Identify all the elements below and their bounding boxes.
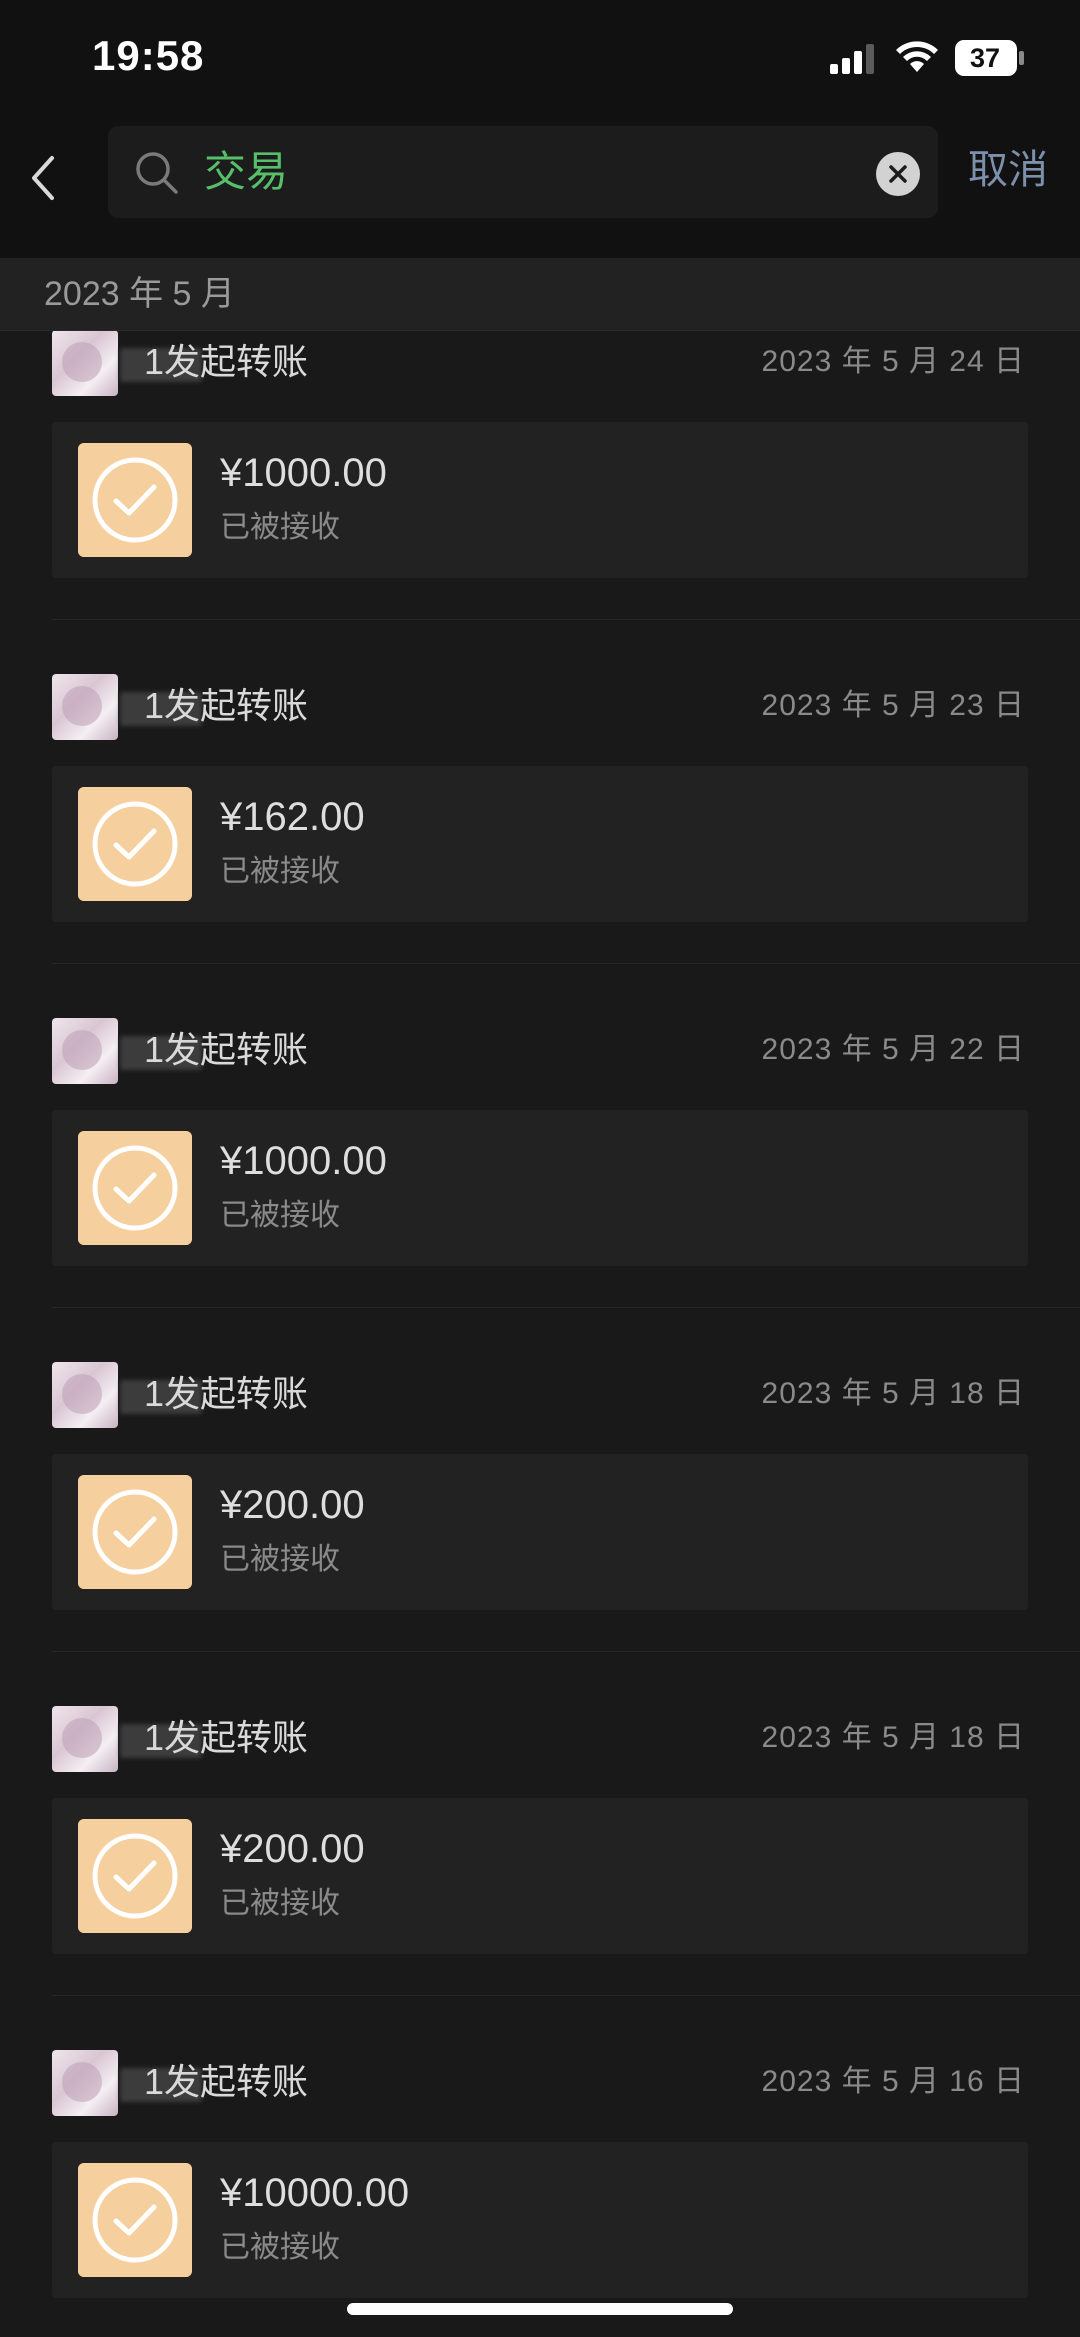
- record-title: 1发起转账: [144, 1373, 309, 1414]
- transfer-status: 已被接收: [220, 1543, 340, 1576]
- transaction-record[interactable]: 1发起转账 2023 年 5 月 18 日 ¥200.00 已被接收: [0, 1652, 1080, 1996]
- record-title: 1发起转账: [144, 685, 309, 726]
- check-circle-icon: [78, 1819, 192, 1933]
- month-label: 2023 年 5 月: [44, 275, 235, 313]
- transaction-record[interactable]: 1发起转账 2023 年 5 月 22 日 ¥1000.00 已被接收: [0, 964, 1080, 1308]
- transfer-status: 已被接收: [220, 2231, 340, 2264]
- transfer-status: 已被接收: [220, 855, 340, 888]
- check-circle-icon: [78, 787, 192, 901]
- record-title: 1发起转账: [144, 2061, 309, 2102]
- home-indicator[interactable]: [347, 2303, 733, 2315]
- avatar[interactable]: [52, 330, 118, 396]
- status-bar: 19:58 37: [0, 0, 1080, 120]
- transfer-card[interactable]: ¥1000.00 已被接收: [52, 1110, 1028, 1266]
- cancel-button[interactable]: 取消: [968, 144, 1048, 196]
- avatar[interactable]: [52, 1018, 118, 1084]
- record-date: 2023 年 5 月 24 日: [761, 345, 1025, 378]
- avatar[interactable]: [52, 2050, 118, 2116]
- transfer-amount: ¥162.00: [220, 795, 365, 839]
- record-date: 2023 年 5 月 16 日: [761, 2065, 1025, 2098]
- transaction-list-inner: 1发起转账 2023 年 5 月 24 日 ¥1000.00 已被接收 1发起转账 202…: [0, 330, 1080, 2337]
- avatar[interactable]: [52, 674, 118, 740]
- transfer-card[interactable]: ¥200.00 已被接收: [52, 1798, 1028, 1954]
- month-section-header: 2023 年 5 月: [0, 258, 1080, 331]
- record-title: 1发起转账: [144, 341, 309, 382]
- check-circle-icon: [78, 443, 192, 557]
- search-header: 交易 取消: [0, 120, 1080, 258]
- search-query-text[interactable]: 交易: [204, 146, 288, 198]
- record-date: 2023 年 5 月 18 日: [761, 1377, 1025, 1410]
- transfer-amount: ¥1000.00: [220, 1139, 387, 1183]
- transfer-card[interactable]: ¥10000.00 已被接收: [52, 2142, 1028, 2298]
- status-time: 19:58: [92, 32, 205, 79]
- transfer-status: 已被接收: [220, 1887, 340, 1920]
- record-date: 2023 年 5 月 23 日: [761, 689, 1025, 722]
- transfer-card[interactable]: ¥162.00 已被接收: [52, 766, 1028, 922]
- record-date: 2023 年 5 月 22 日: [761, 1033, 1025, 1066]
- transaction-list[interactable]: 1发起转账 2023 年 5 月 24 日 ¥1000.00 已被接收 1发起转账 202…: [0, 330, 1080, 2337]
- record-title: 1发起转账: [144, 1717, 309, 1758]
- transfer-status: 已被接收: [220, 511, 340, 544]
- battery-level: 37: [969, 43, 1001, 73]
- avatar[interactable]: [52, 1362, 118, 1428]
- record-title: 1发起转账: [144, 1029, 309, 1070]
- transfer-status: 已被接收: [220, 1199, 340, 1232]
- transaction-record[interactable]: 1发起转账 2023 年 5 月 16 日 ¥10000.00 已被接收: [0, 1996, 1080, 2337]
- transfer-amount: ¥200.00: [220, 1483, 365, 1527]
- transfer-amount: ¥200.00: [220, 1827, 365, 1871]
- signal-icon: [830, 44, 874, 74]
- transfer-amount: ¥10000.00: [220, 2171, 410, 2215]
- search-input[interactable]: 交易: [108, 126, 938, 218]
- clear-icon[interactable]: [876, 152, 920, 196]
- check-circle-icon: [78, 1131, 192, 1245]
- transaction-record[interactable]: 1发起转账 2023 年 5 月 23 日 ¥162.00 已被接收: [0, 620, 1080, 964]
- check-circle-icon: [78, 1475, 192, 1589]
- transaction-record[interactable]: 1发起转账 2023 年 5 月 24 日 ¥1000.00 已被接收: [0, 330, 1080, 620]
- transfer-card[interactable]: ¥200.00 已被接收: [52, 1454, 1028, 1610]
- avatar[interactable]: [52, 1706, 118, 1772]
- transfer-card[interactable]: ¥1000.00 已被接收: [52, 422, 1028, 578]
- transaction-record[interactable]: 1发起转账 2023 年 5 月 18 日 ¥200.00 已被接收: [0, 1308, 1080, 1652]
- search-icon: [136, 152, 178, 194]
- transfer-amount: ¥1000.00: [220, 451, 387, 495]
- back-icon[interactable]: [18, 148, 68, 208]
- wifi-icon: [896, 41, 938, 72]
- check-circle-icon: [78, 2163, 192, 2277]
- record-date: 2023 年 5 月 18 日: [761, 1721, 1025, 1754]
